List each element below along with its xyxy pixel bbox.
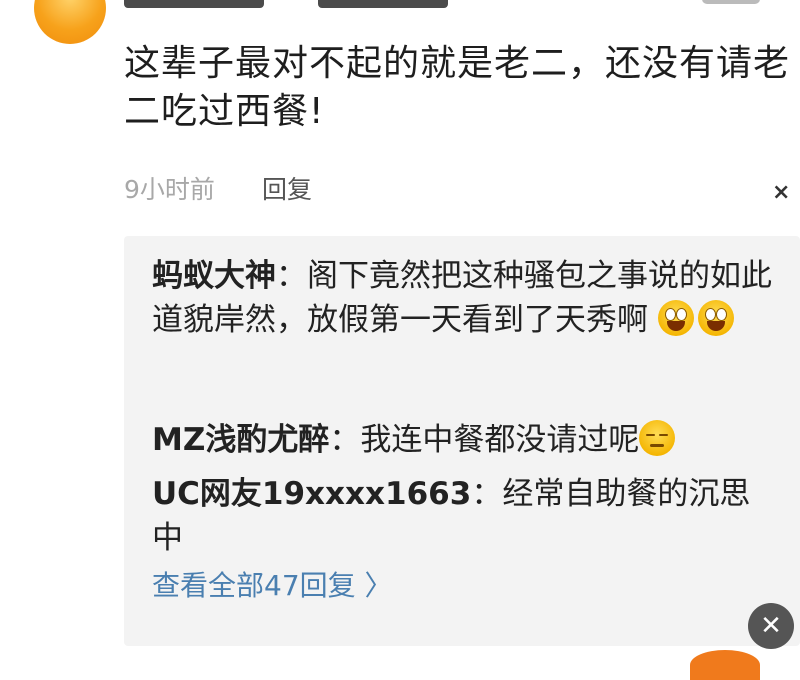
- dismiss-icon[interactable]: ×: [772, 180, 790, 205]
- view-all-label: 查看全部47回复: [152, 569, 356, 602]
- reply-separator: ：: [471, 476, 503, 512]
- avatar[interactable]: [34, 0, 106, 44]
- reply-item[interactable]: UC网友19xxxx1663：经常自助餐的沉思中: [152, 472, 772, 560]
- reply-separator: ：: [329, 422, 361, 458]
- username-cropped: [124, 0, 264, 8]
- like-count-cropped[interactable]: [702, 0, 760, 4]
- reply-thread: 蚂蚁大神：阁下竟然把这种骚包之事说的如此道貌岸然，放假第一天看到了天秀啊 MZ浅…: [124, 236, 800, 646]
- next-avatar-cropped: [690, 650, 760, 680]
- reply-button[interactable]: 回复: [262, 170, 312, 206]
- user-meta-cropped: [318, 0, 448, 8]
- reply-author[interactable]: MZ浅酌尤醉: [152, 422, 329, 458]
- reply-text: 我连中餐都没请过呢: [360, 422, 640, 458]
- chevron-right-icon: 〉: [364, 569, 393, 602]
- sleepy-face-icon: [639, 420, 676, 456]
- comment-text: 这辈子最对不起的就是老二，还没有请老二吃过西餐!: [124, 43, 791, 132]
- reply-author[interactable]: UC网友19xxxx1663: [152, 476, 471, 512]
- view-all-replies-link[interactable]: 查看全部47回复 〉: [152, 564, 393, 604]
- reply-item[interactable]: MZ浅酌尤醉：我连中餐都没请过呢: [152, 418, 772, 462]
- grinning-face-icon: [697, 300, 734, 336]
- reply-author[interactable]: 蚂蚁大神: [152, 258, 276, 294]
- comment-time: 9小时前: [124, 175, 215, 204]
- grinning-face-icon: [657, 300, 694, 336]
- reply-item[interactable]: 蚂蚁大神：阁下竟然把这种骚包之事说的如此道貌岸然，放假第一天看到了天秀啊: [152, 254, 772, 342]
- close-icon[interactable]: ✕: [748, 603, 794, 649]
- reply-separator: ：: [276, 258, 307, 294]
